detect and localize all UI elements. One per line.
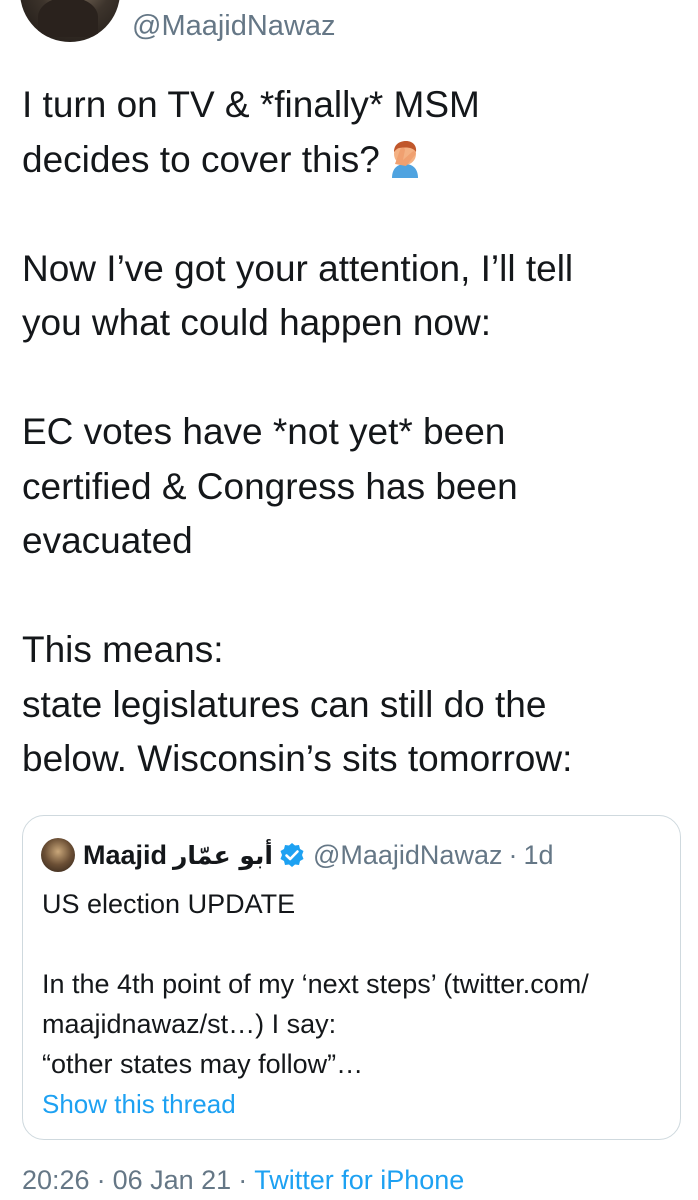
tweet-body: I turn on TV & *finally* MSM decides to …: [22, 78, 682, 787]
tweet-line: I turn on TV & *finally* MSM: [22, 84, 480, 125]
quoted-tweet-text: US election UPDATE In the 4th point of m…: [42, 889, 589, 1079]
tweet-line: evacuated: [22, 520, 193, 561]
tweet-time[interactable]: 20:26: [22, 1165, 90, 1195]
meta-separator: ·: [238, 1165, 248, 1195]
author-avatar[interactable]: [20, 0, 120, 42]
quoted-author-avatar[interactable]: [41, 838, 75, 872]
tweet-line: certified & Congress has been: [22, 465, 518, 507]
quoted-author-name-arabic[interactable]: أبو عمّار: [173, 841, 273, 870]
tweet-line: decides to cover this?: [22, 138, 380, 180]
tweet-line: This means:: [22, 629, 224, 670]
quoted-author-name[interactable]: Maajid: [83, 840, 167, 871]
tweet-line: Now I’ve got your attention, I’ll tell: [22, 247, 574, 289]
quoted-tweet-card[interactable]: Maajid أبو عمّار @MaajidNawaz · 1d US el…: [22, 815, 681, 1140]
verified-badge-icon: [280, 843, 304, 867]
tweet-line: state legislatures can still do the: [22, 683, 547, 725]
tweet-source-link[interactable]: Twitter for iPhone: [254, 1165, 464, 1195]
tweet-date[interactable]: 06 Jan 21: [113, 1165, 232, 1195]
facepalm-emoji-icon: [391, 140, 418, 178]
quoted-tweet-header: Maajid أبو عمّار @MaajidNawaz · 1d: [41, 838, 554, 872]
meta-separator: ·: [96, 1165, 106, 1195]
tweet-line: EC votes have *not yet* been: [22, 411, 506, 452]
tweet-meta: 20:26 · 06 Jan 21 · Twitter for iPhone: [22, 1162, 464, 1198]
show-thread-link[interactable]: Show this thread: [42, 1086, 236, 1122]
tweet-line: below. Wisconsin’s sits tomorrow:: [22, 738, 573, 779]
quoted-separator: ·: [508, 839, 518, 870]
author-handle[interactable]: @MaajidNawaz: [132, 6, 336, 46]
quoted-author-handle[interactable]: @MaajidNawaz: [313, 840, 502, 871]
tweet-line: you what could happen now:: [22, 302, 492, 343]
quoted-timestamp[interactable]: 1d: [523, 840, 553, 871]
